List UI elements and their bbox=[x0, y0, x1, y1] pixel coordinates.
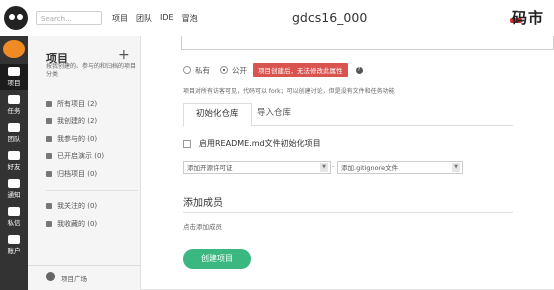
globe-icon bbox=[46, 272, 55, 281]
public-label: 公开 bbox=[232, 65, 247, 75]
visibility-hint: 项目对所有访客可见，代码可以 fork；可以创建讨论，但是没有文件和任务功能 bbox=[183, 88, 395, 95]
divider bbox=[46, 189, 138, 191]
chevron-down-icon: ▼ bbox=[452, 163, 460, 172]
leftbar-item-tasks[interactable]: 任务 bbox=[0, 92, 28, 118]
description-textarea[interactable] bbox=[181, 36, 554, 50]
brand-logo[interactable]: 码市 bbox=[512, 7, 544, 28]
leftbar-label: 私信 bbox=[7, 219, 21, 227]
filter-created[interactable]: 我创建的 (2) bbox=[46, 113, 138, 131]
nav-projects[interactable]: 项目 bbox=[112, 13, 128, 24]
leftbar-item-team[interactable]: 团队 bbox=[0, 120, 28, 146]
add-member-title: 添加成员 bbox=[183, 198, 223, 209]
leftbar-item-projects[interactable]: 项目 bbox=[0, 64, 28, 90]
friend-icon bbox=[8, 151, 20, 160]
filter-label: 所有项目 (2) bbox=[57, 99, 98, 108]
logo-icon[interactable] bbox=[4, 6, 28, 30]
readme-label: 启用README.md文件初始化项目 bbox=[199, 139, 321, 148]
leftbar-label: 项目 bbox=[7, 79, 21, 87]
user-icon bbox=[46, 118, 52, 125]
select-separator: - bbox=[332, 163, 335, 170]
public-warning-badge: 项目创建后，无法修改此属性 bbox=[253, 63, 348, 77]
top-bar: Search... 项目 团队 IDE 冒泡 gdcs16_000 码市 bbox=[0, 0, 554, 37]
gitignore-select[interactable]: 添加.gitignore文件 ▼ bbox=[337, 161, 463, 174]
demo-icon bbox=[46, 153, 52, 160]
top-nav: 项目 团队 IDE 冒泡 bbox=[112, 13, 198, 24]
notification-icon bbox=[8, 179, 20, 188]
filter-label: 已开启演示 (0) bbox=[57, 152, 105, 161]
leftbar-item-friends[interactable]: 好友 bbox=[0, 148, 28, 174]
sidebar-description: 按我创建的、参与的和归档的项目分类 bbox=[46, 63, 137, 78]
page-title: gdcs16_000 bbox=[292, 10, 368, 25]
project-icon bbox=[8, 67, 20, 76]
filter-archived[interactable]: 归档项目 (0) bbox=[46, 165, 138, 183]
add-project-button[interactable]: + bbox=[118, 47, 130, 63]
chevron-down-icon: ▼ bbox=[320, 163, 328, 172]
private-radio[interactable] bbox=[183, 66, 191, 74]
message-icon bbox=[8, 207, 20, 216]
left-icon-bar: 项目 任务 团队 好友 通知 私信 账户 bbox=[0, 36, 28, 290]
filter-demo[interactable]: 已开启演示 (0) bbox=[46, 148, 138, 166]
create-project-button[interactable]: 创建项目 bbox=[183, 249, 251, 269]
filter-label: 我创建的 (2) bbox=[57, 117, 98, 126]
tab-init-repo[interactable]: 初始化仓库 bbox=[183, 103, 252, 127]
user-avatar[interactable] bbox=[3, 40, 25, 58]
leftbar-item-account[interactable]: 账户 bbox=[0, 232, 28, 258]
account-icon bbox=[8, 235, 20, 244]
nav-teams[interactable]: 团队 bbox=[136, 13, 152, 24]
readme-option: 启用README.md文件初始化项目 bbox=[183, 138, 321, 149]
filter-starred[interactable]: 我收藏的 (0) bbox=[46, 215, 138, 233]
filter-watching[interactable]: 我关注的 (0) bbox=[46, 198, 138, 216]
divider bbox=[183, 212, 513, 213]
nav-ide[interactable]: IDE bbox=[160, 13, 174, 24]
leftbar-item-notifications[interactable]: 通知 bbox=[0, 176, 28, 202]
leftbar-label: 团队 bbox=[7, 135, 21, 143]
nav-bubble[interactable]: 冒泡 bbox=[182, 13, 198, 24]
list-icon bbox=[46, 100, 52, 107]
leftbar-label: 任务 bbox=[7, 107, 21, 115]
filter-label: 我参与的 (0) bbox=[57, 134, 98, 143]
project-filter-list: 所有项目 (2) 我创建的 (2) 我参与的 (0) 已开启演示 (0) 归档项… bbox=[46, 95, 138, 233]
filter-label: 归档项目 (0) bbox=[57, 169, 98, 178]
leftbar-label: 账户 bbox=[7, 247, 21, 255]
visibility-options: 私有 公开 项目创建后，无法修改此属性 ? bbox=[183, 63, 363, 77]
help-icon[interactable]: ? bbox=[355, 66, 363, 74]
leftbar-label: 好友 bbox=[7, 163, 21, 171]
filter-joined[interactable]: 我参与的 (0) bbox=[46, 130, 138, 148]
public-radio[interactable] bbox=[220, 66, 228, 74]
gitignore-select-value: 添加.gitignore文件 bbox=[341, 164, 399, 172]
license-select-value: 添加开源许可证 bbox=[187, 164, 233, 172]
team-icon bbox=[8, 123, 20, 132]
leftbar-item-messages[interactable]: 私信 bbox=[0, 204, 28, 230]
add-member-link[interactable]: 点击添加成员 bbox=[183, 221, 222, 231]
filter-label: 我收藏的 (0) bbox=[57, 219, 98, 228]
project-square-link[interactable]: 项目广场 bbox=[28, 265, 140, 290]
license-select[interactable]: 添加开源许可证 ▼ bbox=[183, 161, 331, 174]
heart-icon bbox=[46, 220, 52, 227]
leftbar-label: 通知 bbox=[7, 191, 21, 199]
filter-all-projects[interactable]: 所有项目 (2) bbox=[46, 95, 138, 113]
eye-icon bbox=[46, 203, 52, 210]
filter-label: 我关注的 (0) bbox=[57, 202, 98, 211]
private-label: 私有 bbox=[195, 65, 210, 75]
search-input[interactable]: Search... bbox=[36, 11, 102, 25]
readme-checkbox[interactable] bbox=[183, 139, 191, 148]
create-project-form: 私有 公开 项目创建后，无法修改此属性 ? 项目对所有访客可见，代码可以 for… bbox=[141, 36, 554, 290]
group-icon bbox=[46, 135, 52, 142]
project-sidebar: 项目 + 按我创建的、参与的和归档的项目分类 所有项目 (2) 我创建的 (2)… bbox=[28, 36, 141, 290]
project-square-label: 项目广场 bbox=[61, 275, 87, 283]
task-icon bbox=[8, 95, 20, 104]
tab-import-repo[interactable]: 导入仓库 bbox=[245, 103, 303, 125]
repo-tabs: 初始化仓库 导入仓库 bbox=[183, 103, 513, 127]
archive-icon bbox=[46, 170, 52, 177]
